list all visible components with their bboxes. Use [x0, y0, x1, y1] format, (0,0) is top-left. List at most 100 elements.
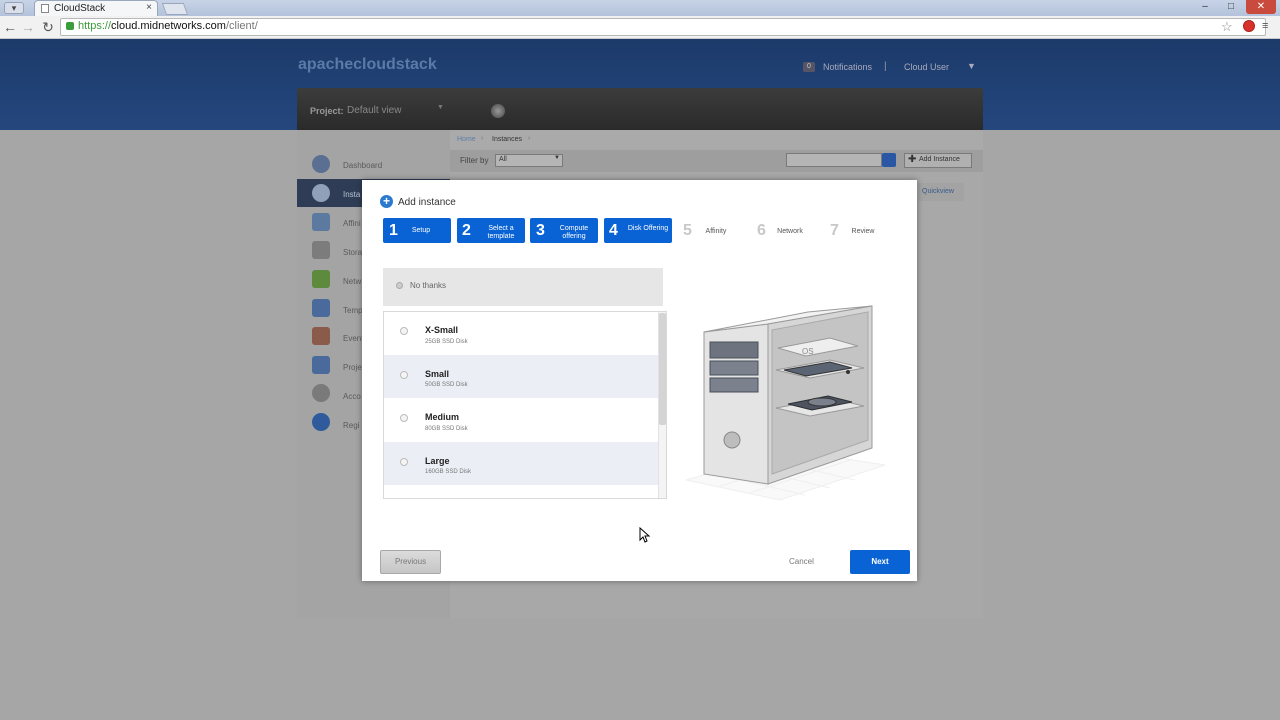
app-logo: apachecloudstack — [298, 56, 437, 73]
offering-name: X-Small — [425, 325, 459, 335]
project-select-value: Default view — [347, 105, 402, 116]
folder-icon — [312, 356, 330, 374]
sidebar-item-label: Dashboard — [343, 161, 383, 170]
no-thanks-radio[interactable] — [396, 282, 403, 289]
breadcrumb-separator: › — [528, 135, 531, 142]
header-separator: | — [884, 61, 887, 72]
plus-icon: ✚ — [908, 154, 917, 165]
drive-bay — [709, 377, 759, 393]
ram-led — [846, 370, 850, 374]
search-icon[interactable] — [882, 153, 896, 167]
offering-desc: 160GB SSD Disk — [425, 469, 472, 475]
breadcrumb-instances[interactable]: Instances — [492, 136, 522, 143]
sidebar-item-label: Proje — [343, 363, 362, 372]
browser-tab-title: CloudStack — [54, 3, 106, 14]
step-number: 1 — [389, 222, 398, 239]
url-text[interactable]: https://cloud.midnetworks.com/client/ — [78, 20, 258, 32]
quickview-label: Quickview — [922, 188, 954, 195]
add-instance-label: Add Instance — [919, 156, 960, 163]
sidebar-item-label: Acco — [343, 392, 361, 401]
step-number: 4 — [609, 222, 618, 239]
sidebar-item-label: Stora — [343, 248, 363, 257]
step-label: Disk Offering — [627, 225, 669, 232]
breadcrumb-separator: › — [481, 135, 484, 142]
dialog-title: Add instance — [398, 197, 456, 208]
step-affinity[interactable]: Affinity — [699, 228, 733, 236]
browser-menu-button[interactable]: ▾ — [4, 2, 24, 14]
offering-desc: 25GB SSD Disk — [425, 339, 468, 345]
search-input[interactable] — [786, 153, 882, 167]
mouse-cursor-icon — [639, 527, 651, 543]
url-scheme: https:// — [78, 20, 112, 32]
forward-arrow-icon[interactable]: → — [20, 19, 36, 35]
next-button[interactable]: Next — [850, 550, 910, 574]
step-number: 6 — [757, 222, 766, 239]
user-menu[interactable]: Cloud User — [904, 62, 949, 72]
step-review[interactable]: Review — [846, 228, 880, 236]
minimize-icon[interactable]: – — [1194, 0, 1216, 14]
extension-icon[interactable] — [1243, 20, 1255, 32]
maximize-icon[interactable]: □ — [1220, 0, 1242, 14]
notifications-link[interactable]: Notifications — [823, 62, 872, 72]
drive-bay — [709, 360, 759, 376]
drive-bay — [709, 341, 759, 359]
url-path: /client/ — [225, 20, 258, 32]
template-icon — [312, 299, 330, 317]
browser-tab-strip — [0, 0, 1280, 16]
no-thanks-label: No thanks — [410, 281, 447, 290]
project-label: Project: — [310, 106, 344, 116]
filter-select-value: All — [499, 156, 507, 163]
offering-desc: 50GB SSD Disk — [425, 382, 468, 388]
breadcrumb-home[interactable]: Home — [457, 136, 476, 143]
offering-radio[interactable] — [400, 414, 408, 422]
close-window-icon[interactable]: ✕ — [1246, 0, 1276, 14]
cancel-button[interactable]: Cancel — [789, 557, 814, 566]
offering-name: Medium — [425, 412, 460, 422]
notifications-badge[interactable]: 0 — [803, 62, 815, 72]
dashboard-icon — [312, 155, 330, 173]
chevron-down-icon[interactable]: ▼ — [554, 155, 560, 161]
previous-button[interactable]: Previous — [380, 550, 441, 574]
step-network[interactable]: Network — [772, 228, 808, 236]
sidebar-item-label: Event — [343, 334, 364, 343]
filter-label: Filter by — [460, 156, 489, 165]
reload-icon[interactable]: ↻ — [40, 19, 56, 36]
url-host: cloud.midnetworks.com — [111, 20, 226, 32]
hard-disk-platter — [807, 397, 837, 407]
chevron-down-icon[interactable]: ▼ — [437, 104, 444, 111]
offering-radio[interactable] — [400, 371, 408, 379]
globe-icon[interactable] — [491, 104, 505, 118]
sidebar-item-label: Affini — [343, 219, 361, 228]
step-number: 7 — [830, 222, 839, 239]
computer-tower-illustration: OS — [685, 305, 886, 501]
close-tab-icon[interactable]: × — [146, 2, 152, 13]
back-arrow-icon[interactable]: ← — [2, 19, 18, 35]
new-tab-button[interactable] — [161, 3, 189, 15]
step-number: 2 — [462, 222, 471, 239]
offering-desc: 80GB SSD Disk — [425, 426, 468, 432]
sidebar-item-label: Netw — [343, 277, 362, 286]
sidebar-item-label: Regi — [343, 421, 360, 430]
user-menu-arrow-icon[interactable]: ▼ — [967, 61, 976, 71]
user-icon — [312, 384, 330, 402]
os-disk-label: OS — [802, 347, 814, 356]
step-number: 5 — [683, 222, 692, 239]
storage-icon — [312, 241, 330, 259]
browser-tab[interactable]: CloudStack × — [34, 0, 158, 16]
power-button-icon — [723, 431, 741, 449]
globe-icon — [312, 413, 330, 431]
offering-radio[interactable] — [400, 327, 408, 335]
affinity-icon — [312, 213, 330, 231]
offering-radio[interactable] — [400, 458, 408, 466]
network-icon — [312, 270, 330, 288]
lock-icon — [66, 22, 74, 30]
step-number: 3 — [536, 222, 545, 239]
step-label: Select a template — [487, 225, 515, 240]
calendar-icon — [312, 327, 330, 345]
bookmark-star-icon[interactable]: ☆ — [1221, 19, 1233, 35]
browser-settings-icon[interactable]: ≡ — [1262, 20, 1272, 32]
offering-name: Large — [425, 456, 450, 466]
step-label: Setup — [411, 227, 431, 234]
offering-name: Small — [425, 369, 450, 379]
scrollbar-thumb[interactable] — [659, 313, 666, 425]
